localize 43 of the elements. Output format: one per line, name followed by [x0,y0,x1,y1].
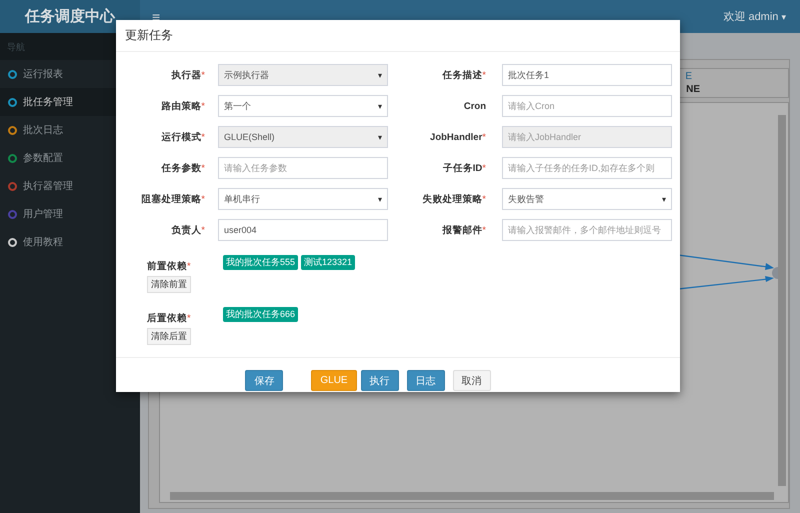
field-label: 后置依赖* [147,312,191,325]
field-label: 失败处理策略* [421,192,487,206]
column-header: E [685,71,692,82]
input-field[interactable]: 批次任务1 [502,64,672,86]
sidebar-item[interactable]: 运行报表 [0,60,140,88]
dialog-button[interactable]: 取消 [452,370,491,391]
field-label: 阻塞处理策略* [140,192,206,206]
sidebar-item[interactable]: 批次日志 [0,116,140,144]
field-label: 任务参数* [160,162,206,174]
select-field[interactable]: 第一个 ▾ [218,95,388,117]
sidebar-item[interactable]: 用户管理 [0,200,140,228]
dialog-button[interactable]: 保存 [245,370,284,391]
user-menu[interactable]: 欢迎 admin ▾ [723,9,786,24]
dialog-button[interactable]: 日志 [406,370,445,391]
sidebar-item[interactable]: 使用教程 [0,228,140,256]
field-label: 报警邮件* [441,224,487,236]
dependency-tag: 我的批次任务666 [223,307,298,322]
clear-button[interactable]: 清除后置 [147,328,191,345]
dependency-tag: 我的批次任务555 [223,255,298,270]
field-label: Cron [462,100,487,112]
field-label: 子任务ID* [442,162,487,174]
select-field[interactable]: 单机串行 ▾ [218,188,388,210]
field-label: 任务描述* [441,68,487,82]
field-label: JobHandler* [429,132,487,142]
scrollbar[interactable] [170,492,774,500]
input-field[interactable]: 请输入子任务的任务ID,如存在多个则 [502,157,672,179]
select-field[interactable]: 失败告警 ▾ [502,188,672,210]
dependency-tag: 测试123321 [301,255,356,270]
dialog-button[interactable]: 执行 [360,370,399,391]
sidebar-item[interactable]: 参数配置 [0,144,140,172]
field-label: 运行模式* [160,130,206,144]
field-label: 负责人* [170,224,206,236]
input-field[interactable]: 请输入Cron [502,95,672,117]
clear-button[interactable]: 清除前置 [147,276,191,293]
input-field[interactable]: 请输入报警邮件，多个邮件地址则逗号 [502,219,672,241]
input-field[interactable]: user004 [218,219,388,241]
field-label: 路由策略* [160,100,206,112]
input-field[interactable]: 请输入任务参数 [218,157,388,179]
field-label: 执行器* [170,68,206,82]
column-header: NE [686,84,700,95]
field-label: 前置依赖* [147,260,191,273]
scrollbar[interactable] [778,115,786,486]
sidebar-item[interactable]: 执行器管理 [0,172,140,200]
